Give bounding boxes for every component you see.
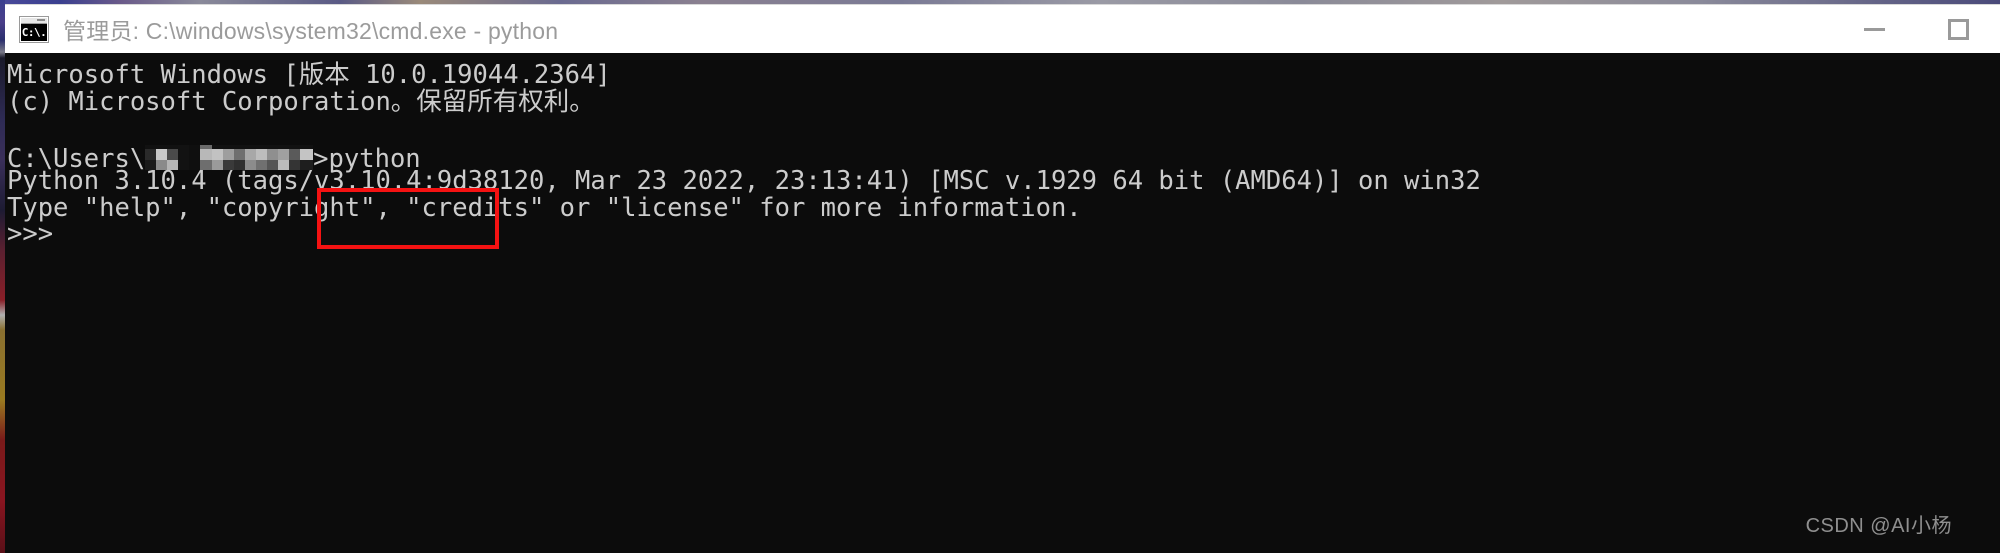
minimize-button[interactable] xyxy=(1832,5,1916,53)
typed-command: python xyxy=(328,143,421,174)
console-line-python-version: Python 3.10.4 (tags/v3.10.4:9d38120, Mar… xyxy=(7,166,1481,196)
window-title: 管理员: C:\windows\system32\cmd.exe - pytho… xyxy=(63,18,559,44)
minimize-icon xyxy=(1863,27,1885,31)
prompt-path-suffix: > xyxy=(313,143,329,174)
cmd-console-icon: C:\. xyxy=(19,15,49,43)
python-repl-prompt: >>> xyxy=(7,219,54,249)
window-controls xyxy=(1832,5,2000,53)
maximize-button[interactable] xyxy=(1916,5,2000,53)
console-prompt-line: C:\Users\ > python xyxy=(7,142,2000,172)
console-line-version-banner: Microsoft Windows [版本 10.0.19044.2364] xyxy=(7,60,611,90)
censored-username-path xyxy=(145,144,314,170)
prompt-path-prefix: C:\Users\ xyxy=(7,143,146,174)
screen: C:\. 管理员: C:\windows\system32\cmd.exe - … xyxy=(0,0,2000,553)
window-titlebar[interactable]: C:\. 管理员: C:\windows\system32\cmd.exe - … xyxy=(5,5,2000,53)
maximize-icon xyxy=(1947,18,1969,40)
csdn-watermark: CSDN @AI小杨 xyxy=(1805,515,1952,537)
console-text-buffer: Microsoft Windows [版本 10.0.19044.2364] (… xyxy=(5,53,2000,248)
cmd-window: C:\. 管理员: C:\windows\system32\cmd.exe - … xyxy=(5,4,2000,553)
console-line-python-help-hint: Type "help", "copyright", "credits" or "… xyxy=(7,192,1082,223)
titlebar-left-group: C:\. 管理员: C:\windows\system32\cmd.exe - … xyxy=(5,12,558,46)
cmd-icon-screen: C:\. xyxy=(21,23,47,41)
console-line-copyright: (c) Microsoft Corporation。保留所有权利。 xyxy=(7,86,595,117)
console-output-area[interactable]: Microsoft Windows [版本 10.0.19044.2364] (… xyxy=(5,53,2000,553)
